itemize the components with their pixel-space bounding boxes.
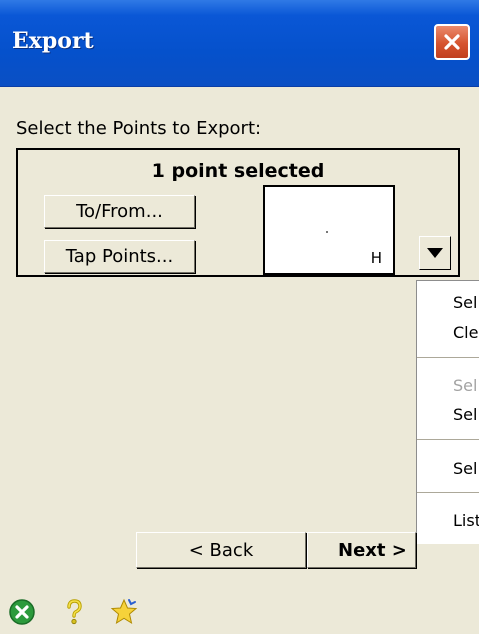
- menu-separator: [417, 357, 479, 358]
- menu-item-3: Sel: [453, 376, 478, 395]
- tap-points-button[interactable]: Tap Points...: [44, 240, 195, 273]
- selection-group: 1 point selected To/From... Tap Points..…: [16, 148, 460, 277]
- window-title: Export: [12, 28, 94, 54]
- menu-item-1[interactable]: Sel: [453, 293, 477, 312]
- menu-separator: [417, 492, 479, 493]
- ok-icon[interactable]: [8, 598, 36, 626]
- close-icon: [444, 34, 460, 50]
- selection-count: 1 point selected: [151, 160, 325, 182]
- triangle-down-icon: [427, 248, 443, 258]
- close-button[interactable]: [434, 24, 470, 60]
- instruction-label: Select the Points to Export:: [16, 118, 262, 139]
- selection-menu: Sel Cle Sel Sel Sel List: [416, 280, 479, 544]
- points-preview[interactable]: H: [263, 185, 395, 275]
- menu-item-2[interactable]: Cle: [453, 323, 478, 342]
- menu-item-5[interactable]: Sel: [453, 459, 477, 478]
- next-button[interactable]: Next >: [307, 532, 416, 568]
- selection-menu-button[interactable]: [419, 236, 451, 270]
- to-from-button[interactable]: To/From...: [44, 195, 195, 228]
- back-button[interactable]: < Back: [136, 532, 306, 568]
- status-bar: [0, 590, 479, 634]
- menu-item-6[interactable]: List: [453, 511, 479, 530]
- favorites-icon[interactable]: [110, 598, 138, 626]
- point-marker: [326, 231, 328, 233]
- menu-item-4[interactable]: Sel: [453, 405, 477, 424]
- menu-separator: [417, 439, 479, 440]
- title-bar: Export: [0, 0, 479, 87]
- help-icon[interactable]: [60, 598, 88, 626]
- preview-label: H: [370, 249, 382, 267]
